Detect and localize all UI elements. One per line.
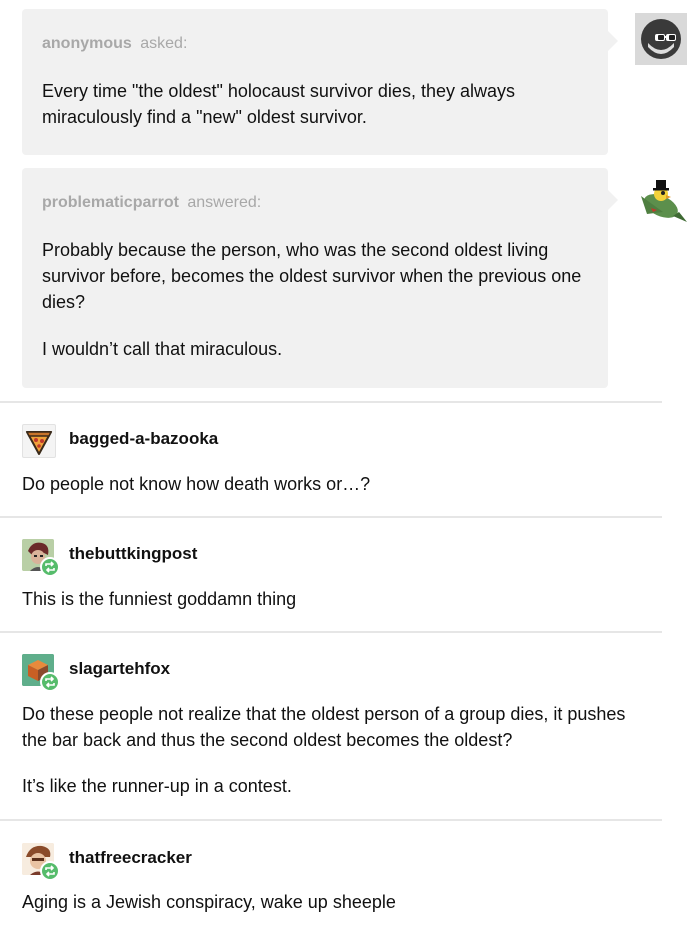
answer-paragraph: Probably because the person, who was the… — [42, 240, 582, 312]
answer-verb: answered: — [187, 194, 262, 211]
parrot-tophat-icon — [641, 180, 687, 222]
asker-avatar[interactable] — [635, 13, 687, 65]
reblog-body: Aging is a Jewish conspiracy, wake up sh… — [22, 889, 642, 915]
reblog-body: Do people not know how death works or…? — [22, 471, 642, 497]
username[interactable]: slagartehfox — [69, 659, 170, 679]
answer-header: problematicparrot answered: — [42, 194, 261, 212]
divider — [0, 819, 662, 821]
divider — [0, 401, 662, 403]
answer-body: Probably because the person, who was the… — [42, 237, 592, 362]
username[interactable]: thatfreecracker — [69, 848, 192, 868]
answerer-name[interactable]: problematicparrot — [42, 194, 179, 211]
asker-name[interactable]: anonymous — [42, 35, 132, 52]
reblog-paragraph: Do these people not realize that the old… — [22, 704, 626, 750]
reblog-paragraph: This is the funniest goddamn thing — [22, 589, 297, 609]
divider — [0, 631, 662, 633]
ask-header: anonymous asked: — [42, 35, 187, 53]
reblog-paragraph: Do people not know how death works or…? — [22, 474, 371, 494]
reblog-badge — [40, 672, 60, 692]
ask-question: Every time "the oldest" holocaust surviv… — [42, 78, 592, 130]
username[interactable]: thebuttkingpost — [69, 544, 197, 564]
reblog-icon — [45, 865, 55, 877]
pizza-slice-icon — [25, 431, 53, 455]
reblog-paragraph: Aging is a Jewish conspiracy, wake up sh… — [22, 892, 396, 912]
ask-question-text: Every time "the oldest" holocaust surviv… — [42, 81, 515, 127]
ask-verb: asked: — [140, 35, 188, 52]
reblog-paragraph: It’s like the runner-up in a contest. — [22, 776, 292, 796]
reblog-badge — [40, 861, 60, 881]
reblog-badge — [40, 557, 60, 577]
answerer-avatar[interactable] — [635, 172, 689, 226]
answer-bubble: problematicparrot answered: Probably bec… — [22, 168, 618, 388]
username[interactable]: bagged-a-bazooka — [69, 429, 218, 449]
answer-paragraph: I wouldn’t call that miraculous. — [42, 339, 283, 359]
user-avatar[interactable] — [22, 424, 56, 458]
divider — [0, 516, 662, 518]
reblog-icon — [45, 676, 55, 688]
sunglasses-face-icon — [641, 19, 681, 59]
reblog-icon — [45, 561, 55, 573]
reblog-body: Do these people not realize that the old… — [22, 701, 642, 799]
reblog-body: This is the funniest goddamn thing — [22, 586, 642, 612]
ask-bubble: anonymous asked: Every time "the oldest"… — [22, 9, 618, 155]
